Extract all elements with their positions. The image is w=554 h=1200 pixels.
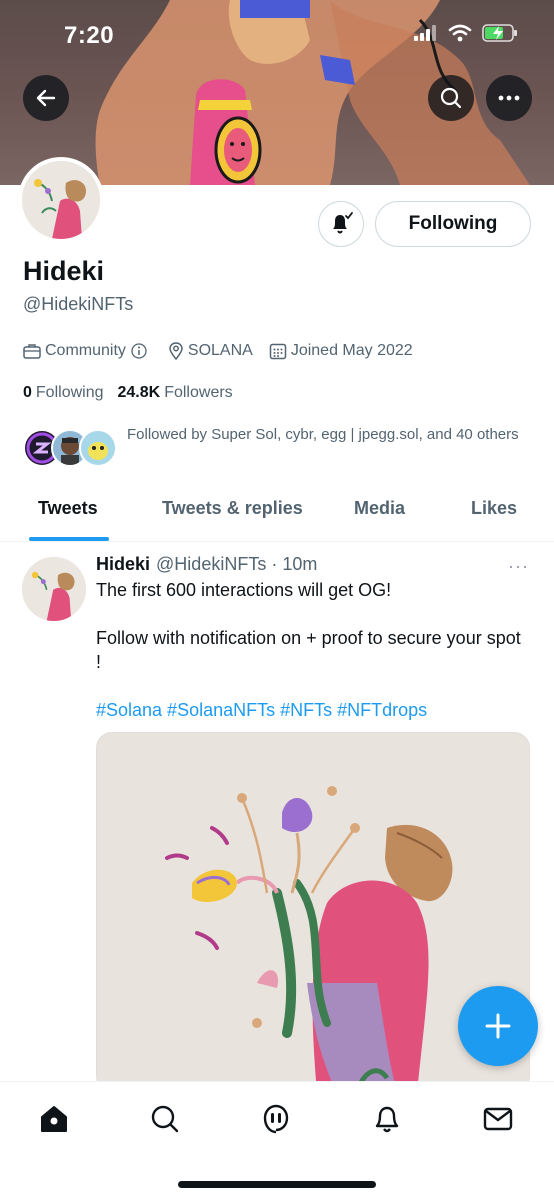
spaces-icon: [263, 1104, 289, 1134]
home-icon: [41, 1106, 67, 1132]
tweet-author-avatar[interactable]: [22, 557, 86, 621]
profile-tabs: Tweets Tweets & replies Media Likes: [0, 482, 554, 542]
tweet-header: Hideki @HidekiNFTs · 10m: [96, 554, 317, 575]
nav-search[interactable]: [148, 1102, 182, 1136]
follower-avatar: [79, 429, 117, 467]
more-options-button[interactable]: [486, 75, 532, 121]
followed-by[interactable]: Followed by Super Sol, cybr, egg | jpegg…: [23, 423, 543, 473]
more-horizontal-icon: [498, 95, 520, 101]
follower-avatar-graphic: [88, 442, 108, 460]
tab-tweets-replies[interactable]: Tweets & replies: [162, 498, 303, 519]
wifi-icon: [448, 24, 472, 42]
nav-messages[interactable]: [481, 1102, 515, 1136]
nav-home[interactable]: [37, 1102, 71, 1136]
notifications-toggle-button[interactable]: [318, 201, 364, 247]
following-count: 0: [23, 384, 32, 401]
tweet-more-button[interactable]: ···: [508, 556, 529, 577]
followers-label: Followers: [164, 384, 233, 401]
location-pin-icon: [169, 342, 183, 360]
avatar-illustration: [22, 557, 86, 621]
tab-likes[interactable]: Likes: [471, 498, 517, 519]
status-time: 7:20: [64, 22, 115, 49]
search-icon: [440, 87, 462, 109]
profile-location: SOLANA: [168, 342, 253, 360]
avatar-illustration: [22, 161, 100, 239]
profile-category[interactable]: Community: [23, 342, 152, 360]
tweet-handle-time: @HidekiNFTs · 10m: [156, 554, 318, 574]
tweet-line-2: Follow with notification on + proof to s…: [96, 628, 521, 672]
info-icon: [131, 343, 147, 359]
home-indicator[interactable]: [178, 1181, 376, 1188]
tweet-text: The first 600 interactions will get OG! …: [96, 578, 526, 746]
nav-spaces[interactable]: [259, 1102, 293, 1136]
status-icons: [414, 24, 518, 42]
arrow-left-icon: [36, 89, 56, 107]
following-button[interactable]: Following: [375, 201, 531, 247]
followers-count: 24.8K: [117, 384, 161, 401]
followers-count-link[interactable]: 24.8K Followers: [118, 384, 233, 402]
location-label: SOLANA: [187, 342, 253, 359]
search-button[interactable]: [428, 75, 474, 121]
category-label: Community: [45, 342, 126, 359]
tweet-hashtags[interactable]: #Solana #SolanaNFTs #NFTs #NFTdrops: [96, 698, 526, 722]
following-count-link[interactable]: 0 Following: [23, 384, 104, 402]
profile-joined: Joined May 2022: [269, 342, 413, 360]
briefcase-icon: [23, 344, 41, 359]
compose-tweet-button[interactable]: [458, 986, 538, 1066]
tweet-line-1: The first 600 interactions will get OG!: [96, 580, 392, 600]
plus-icon: [485, 1013, 511, 1039]
profile-handle: @HidekiNFTs: [23, 294, 134, 314]
tab-media[interactable]: Media: [354, 498, 405, 519]
joined-label: Joined May 2022: [290, 342, 413, 359]
messages-icon: [483, 1107, 513, 1131]
active-tab-indicator: [29, 537, 109, 541]
signal-icon: [414, 25, 436, 41]
follow-counts: 0 Following 24.8K Followers: [23, 384, 247, 402]
calendar-icon: [269, 343, 287, 360]
tweet-author-name[interactable]: Hideki: [96, 554, 150, 575]
followed-by-text: Followed by Super Sol, cybr, egg | jpegg…: [127, 426, 519, 443]
tab-tweets[interactable]: Tweets: [38, 498, 98, 519]
profile-avatar[interactable]: [18, 157, 104, 243]
bell-check-icon: [333, 212, 353, 234]
notifications-icon: [375, 1106, 399, 1133]
profile-name: Hideki: [23, 256, 105, 286]
profile-meta: Community SOLANA Joined May 2022: [23, 342, 429, 360]
search-icon: [151, 1105, 179, 1133]
back-button[interactable]: [23, 75, 69, 121]
following-label: Following: [35, 384, 104, 401]
battery-charging-icon: [482, 24, 517, 42]
nav-notifications[interactable]: [370, 1102, 404, 1136]
